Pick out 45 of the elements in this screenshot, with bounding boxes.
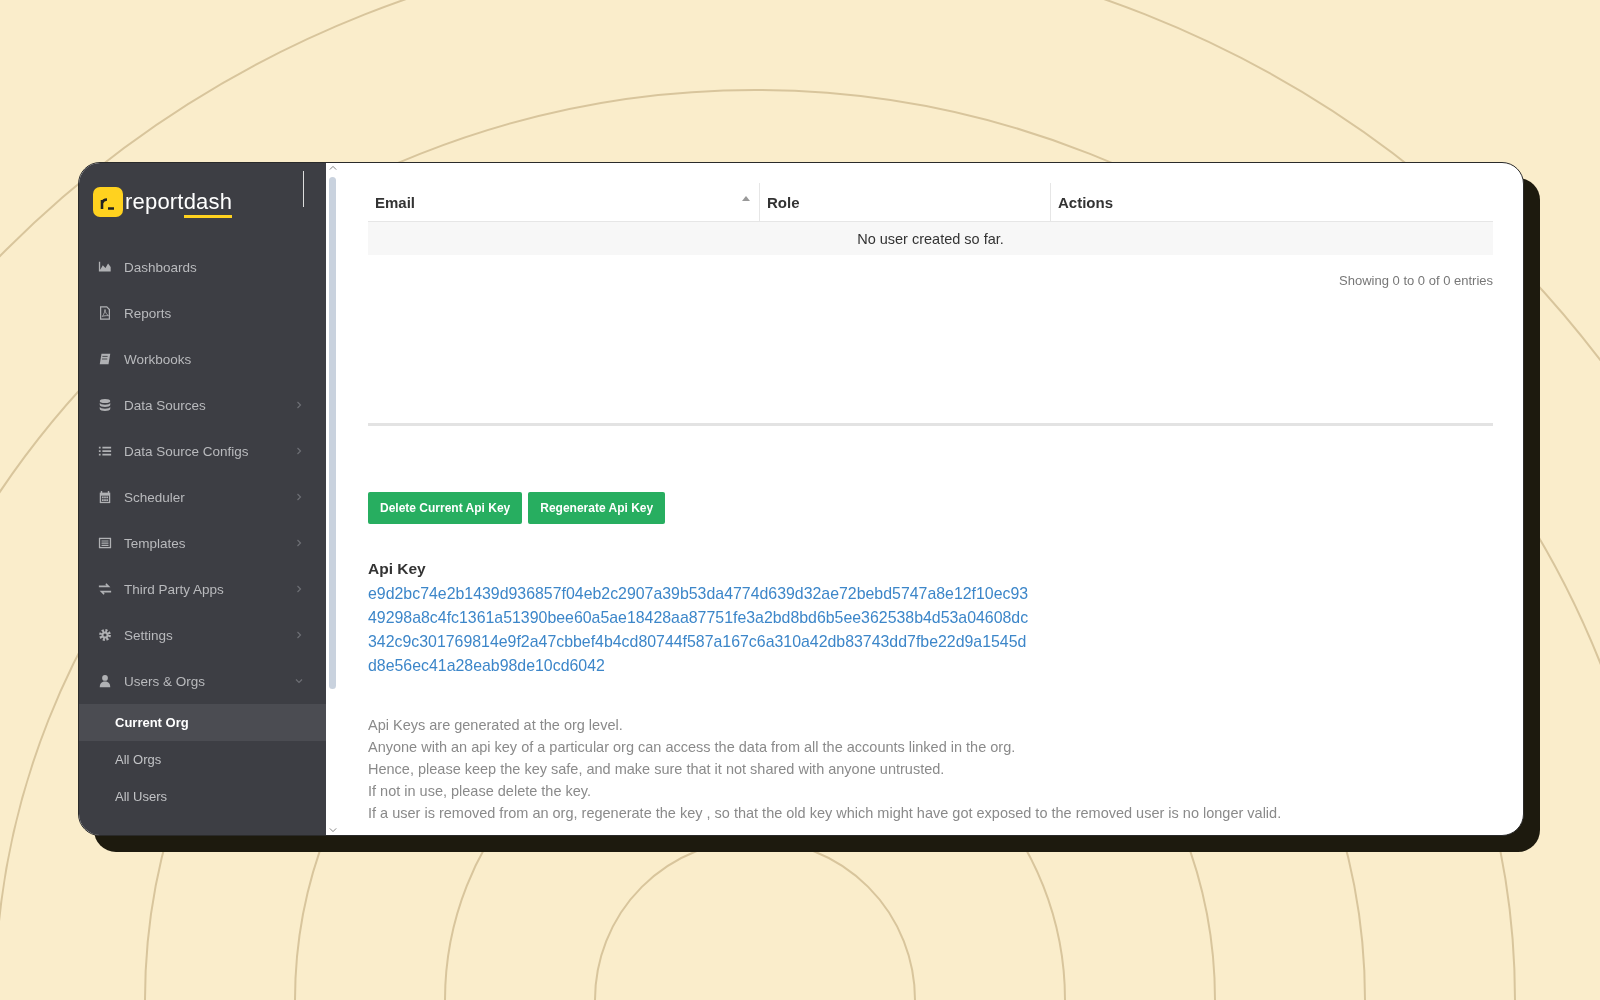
- list-box-icon: [98, 536, 112, 550]
- logo-wordmark: reportdash: [125, 189, 233, 215]
- table-info: Showing 0 to 0 of 0 entries: [1339, 273, 1493, 288]
- settings-icon: [98, 628, 112, 642]
- scroll-down-icon[interactable]: [329, 827, 337, 833]
- user-icon: [98, 674, 112, 688]
- api-key-label: Api Key: [368, 560, 427, 578]
- info-note: Hence, please keep the key safe, and make sure that it not shared with anyone untrusted.: [368, 760, 946, 779]
- empty-table-message: No user created so far.: [368, 222, 1493, 255]
- scrollbar-thumb[interactable]: [329, 177, 336, 689]
- list-icon: [98, 444, 112, 458]
- api-key-line: e9d2bc74e2b1439d936857f04eb2c2907a39b53da4774d639d32ae72bebd5747a8e12f10ec93: [368, 584, 1030, 604]
- column-header[interactable]: Actions: [1050, 183, 1493, 221]
- book-icon: [98, 352, 112, 366]
- api-key-line: 49298a8c4fc1361a51390bee60a5ae18428aa87751fe3a2bd8bd6b5ee362538b4d53a04608dc: [368, 608, 1030, 628]
- api-key-button[interactable]: Delete Current Api Key: [368, 492, 523, 524]
- scroll-up-icon[interactable]: [329, 165, 337, 171]
- api-key-line: 342c9c301769814e9f2a47cbbef4b4cd80744f587a167c6a310a42db83743dd7fbe22d9a1545d: [368, 632, 1028, 652]
- info-note: If not in use, please delete the key.: [368, 782, 592, 801]
- info-note: If a user is removed from an org, regenerate the key , so that the old key which might have got exposed to the removed user is no longer valid.: [368, 804, 1283, 823]
- sidebar-item[interactable]: Reports: [79, 290, 326, 336]
- sidebar-item[interactable]: Templates: [79, 520, 326, 566]
- sidebar-item[interactable]: Workbooks: [79, 336, 326, 382]
- swap-arrows-icon: [98, 582, 112, 596]
- pdf-file-icon: [98, 306, 112, 320]
- logo-icon: [93, 187, 123, 217]
- sidebar-subitem[interactable]: All Orgs: [79, 741, 326, 778]
- sidebar-item[interactable]: Settings: [79, 612, 326, 658]
- sidebar-subitem[interactable]: All Users: [79, 778, 326, 815]
- sidebar-item[interactable]: Data Source Configs: [79, 428, 326, 474]
- api-key-button[interactable]: Regenerate Api Key: [528, 492, 666, 524]
- sidebar-item[interactable]: Third Party Apps: [79, 566, 326, 612]
- column-header[interactable]: Role: [759, 183, 1050, 221]
- area-chart-icon: [98, 260, 112, 274]
- sidebar-item[interactable]: Scheduler: [79, 474, 326, 520]
- info-note: Anyone with an api key of a particular org can access the data from all the accounts linked in the org.: [368, 738, 1017, 757]
- sidebar-item[interactable]: Data Sources: [79, 382, 326, 428]
- sidebar-subitem[interactable]: Current Org: [79, 704, 326, 741]
- column-header[interactable]: Email: [368, 183, 759, 221]
- sidebar-item[interactable]: Dashboards: [79, 244, 326, 290]
- calendar-icon: [98, 490, 112, 504]
- info-note: Api Keys are generated at the org level.: [368, 716, 624, 735]
- sidebar-item[interactable]: Users & Orgs: [79, 658, 326, 704]
- api-key-line: d8e56ec41a28eab98de10cd6042: [368, 656, 606, 676]
- database-icon: [98, 398, 112, 412]
